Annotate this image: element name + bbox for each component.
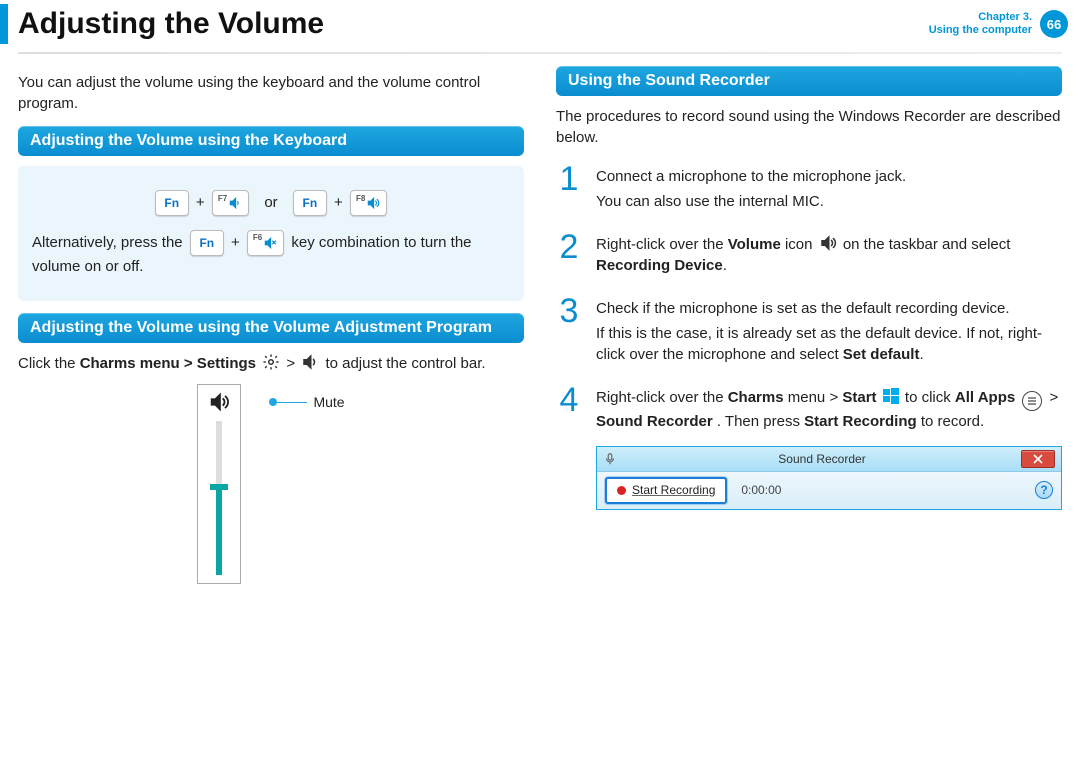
f6-mute-key: F6 (247, 230, 284, 256)
recorder-time: 0:00:00 (741, 482, 781, 499)
volume-up-icon (366, 196, 380, 210)
step-3-number: 3 (556, 294, 582, 369)
volume-track[interactable] (216, 421, 222, 575)
settings-gear-icon (262, 353, 280, 371)
charms-bold: Charms menu > Settings (80, 355, 256, 372)
page-header: Adjusting the Volume Chapter 3. Using th… (0, 0, 1080, 48)
header-divider (18, 52, 1062, 54)
intro-text: You can adjust the volume using the keyb… (18, 72, 524, 114)
step-4: 4 Right-click over the Charms menu > Sta… (556, 383, 1062, 510)
gt-1: > (286, 355, 295, 372)
step-3b: If this is the case, it is already set a… (596, 323, 1062, 365)
f7-volume-down-key: F7 (212, 190, 249, 216)
section-program-header: Adjusting the Volume using the Volume Ad… (18, 313, 524, 343)
fn-key: Fn (155, 190, 189, 216)
chapter-line2: Using the computer (929, 24, 1032, 37)
chapter-text: Chapter 3. Using the computer (929, 11, 1032, 37)
step-1-number: 1 (556, 162, 582, 216)
step-2-number: 2 (556, 230, 582, 280)
keyboard-shortcut-box: Fn + F7 or Fn + F8 Alternatively, press … (18, 166, 524, 301)
step-1b: You can also use the internal MIC. (596, 191, 1062, 212)
callout-line (277, 402, 307, 403)
mute-callout: Mute (269, 394, 344, 410)
title-accent-bar (0, 4, 8, 44)
shortcut-row-1: Fn + F7 or Fn + F8 (32, 190, 510, 216)
section-keyboard-header: Adjusting the Volume using the Keyboard (18, 126, 524, 156)
step-1: 1 Connect a microphone to the microphone… (556, 162, 1062, 216)
f7-label: F7 (218, 194, 227, 203)
windows-logo-icon (883, 388, 899, 404)
title-bar: Adjusting the Volume (0, 4, 929, 44)
callout-dot (269, 398, 277, 406)
plus-sign-2: + (334, 194, 343, 211)
recorder-title: Sound Recorder (623, 451, 1021, 468)
recorder-intro: The procedures to record sound using the… (556, 106, 1062, 148)
step-1a: Connect a microphone to the microphone j… (596, 166, 1062, 187)
plus-sign-3: + (231, 234, 240, 251)
step-2-text: Right-click over the Volume icon on the … (596, 234, 1062, 276)
chapter-block: Chapter 3. Using the computer 66 (929, 10, 1068, 38)
f8-volume-up-key: F8 (350, 190, 387, 216)
alt-pre: Alternatively, press the (32, 234, 187, 251)
chapter-line1: Chapter 3. (929, 11, 1032, 24)
recorder-body: Start Recording 0:00:00 ? (597, 472, 1061, 509)
alt-shortcut-text: Alternatively, press the Fn + F6 key com… (32, 230, 510, 277)
speaker-icon (301, 353, 319, 371)
mute-label: Mute (313, 394, 344, 410)
step-3: 3 Check if the microphone is set as the … (556, 294, 1062, 369)
or-text: or (264, 194, 277, 211)
help-button[interactable]: ? (1035, 481, 1053, 499)
volume-mute-icon (263, 236, 277, 250)
step-4-number: 4 (556, 383, 582, 510)
sound-recorder-window: Sound Recorder Start Recording 0:00:00 ? (596, 446, 1062, 510)
right-column: Using the Sound Recorder The procedures … (556, 66, 1062, 584)
start-recording-label: Start Recording (632, 482, 715, 499)
volume-slider-figure: Mute (18, 384, 524, 584)
start-recording-button[interactable]: Start Recording (605, 477, 727, 504)
all-apps-icon (1022, 391, 1042, 411)
plus-sign: + (196, 194, 205, 211)
record-dot-icon (617, 486, 626, 495)
fn-key-2: Fn (293, 190, 327, 216)
step-2: 2 Right-click over the Volume icon on th… (556, 230, 1062, 280)
f6-label: F6 (253, 232, 262, 243)
recorder-titlebar: Sound Recorder (597, 447, 1061, 472)
step-4-text: Right-click over the Charms menu > Start… (596, 387, 1062, 432)
volume-fill (216, 490, 222, 575)
close-icon (1033, 454, 1043, 464)
volume-thumb[interactable] (210, 484, 228, 490)
charms-instruction: Click the Charms menu > Settings > to ad… (18, 353, 524, 374)
page-number-badge: 66 (1040, 10, 1068, 38)
charms-pre: Click the (18, 355, 80, 372)
taskbar-volume-icon (819, 234, 837, 252)
slider-speaker-icon (208, 391, 230, 413)
volume-slider[interactable] (197, 384, 241, 584)
section-recorder-header: Using the Sound Recorder (556, 66, 1062, 96)
charms-post: to adjust the control bar. (325, 355, 485, 372)
volume-down-icon (228, 196, 242, 210)
step-3a: Check if the microphone is set as the de… (596, 298, 1062, 319)
close-button[interactable] (1021, 450, 1055, 468)
page-title: Adjusting the Volume (18, 7, 324, 41)
fn-key-3: Fn (190, 230, 224, 256)
f8-label: F8 (356, 194, 365, 203)
recorder-mic-icon (603, 452, 617, 466)
left-column: You can adjust the volume using the keyb… (18, 66, 524, 584)
